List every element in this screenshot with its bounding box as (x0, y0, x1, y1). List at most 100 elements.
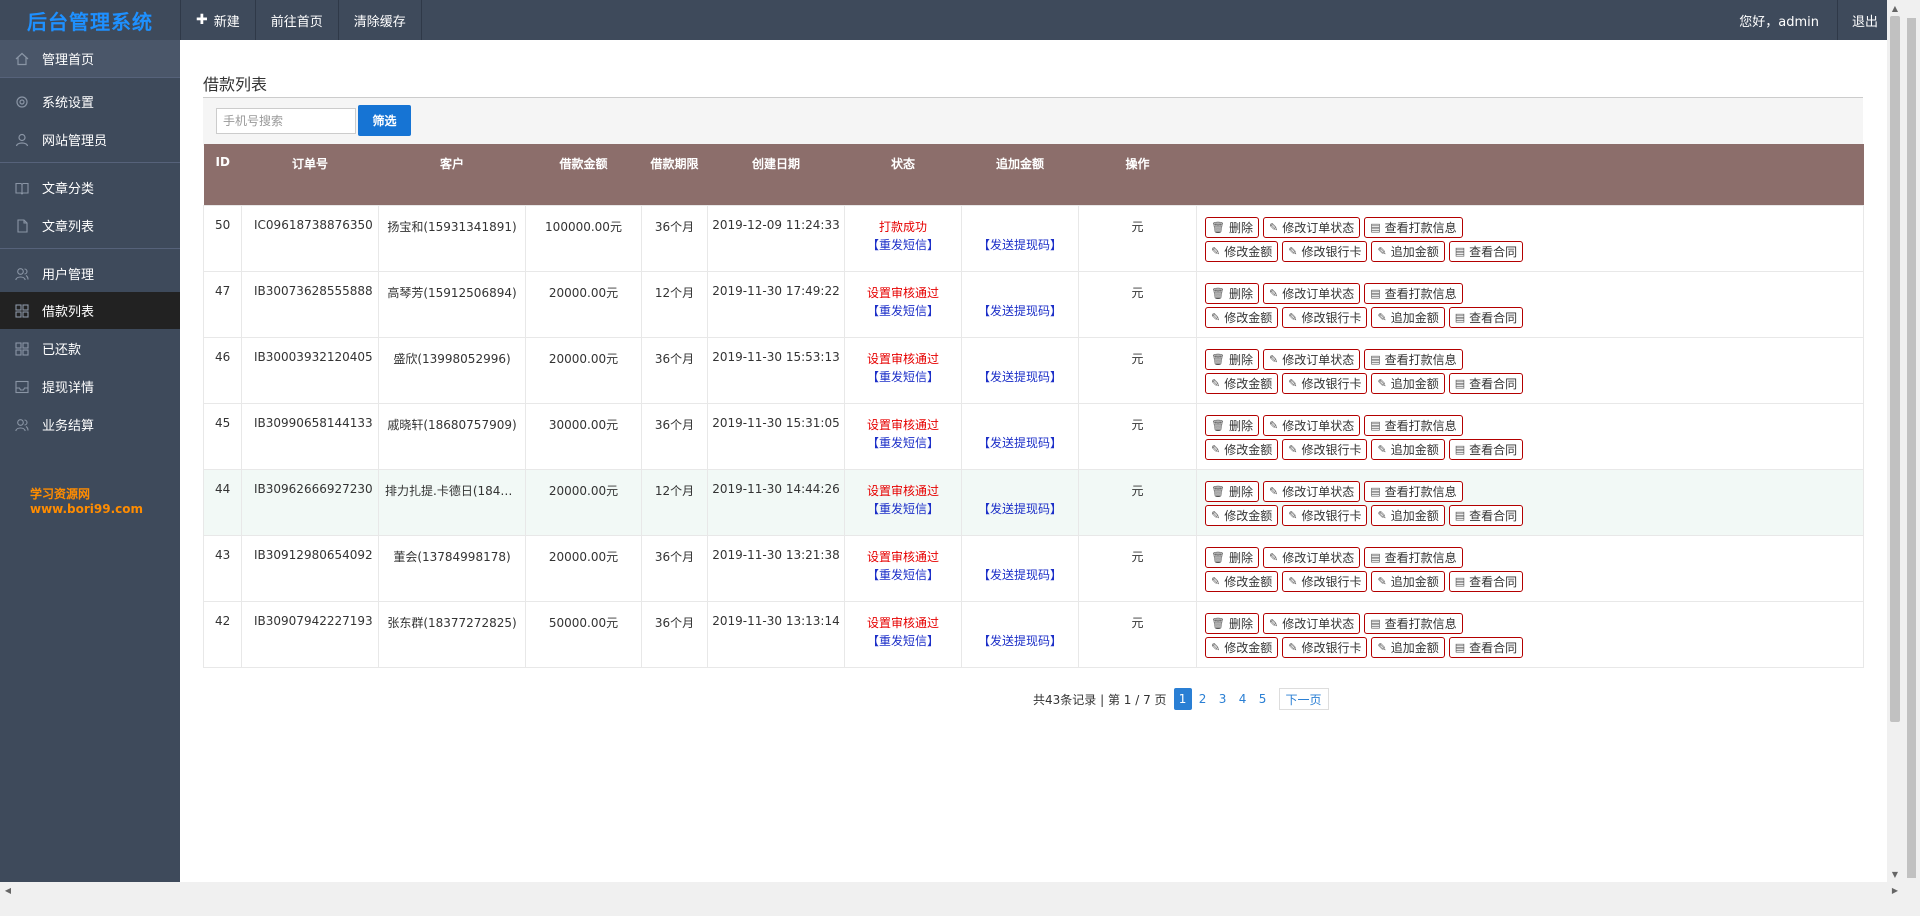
resend-sms-link[interactable]: 【重发短信】 (845, 566, 961, 584)
view-payment-info-button[interactable]: ▤ 查看打款信息 (1364, 546, 1463, 568)
edit-amount-button[interactable]: ✎ 修改金额 (1205, 570, 1279, 592)
page-vertical-scrollbar[interactable] (1903, 0, 1920, 898)
scrollbar-thumb[interactable] (1890, 16, 1900, 722)
edit-bank-card-button[interactable]: ✎ 修改银行卡 (1282, 372, 1368, 394)
edit-order-status-button[interactable]: ✎ 修改订单状态 (1262, 414, 1361, 436)
edit-order-status-button[interactable]: ✎ 修改订单状态 (1262, 546, 1361, 568)
send-withdraw-code-link[interactable]: 【发送提现码】 (962, 500, 1078, 518)
clear-cache-button[interactable]: 清除缓存 (337, 0, 422, 40)
page-link-1[interactable]: 1 (1173, 688, 1192, 710)
op-label: 修改银行卡 (1301, 442, 1362, 457)
view-contract-button[interactable]: ▤ 查看合同 (1448, 570, 1524, 592)
add-amount-button[interactable]: ✎ 追加金额 (1371, 240, 1445, 262)
edit-amount-button[interactable]: ✎ 修改金额 (1205, 504, 1279, 526)
scroll-left-arrow-icon[interactable]: ◀ (0, 882, 16, 898)
delete-button[interactable]: 🗑 删除 (1205, 546, 1259, 568)
sidebar-item-users[interactable]: 用户管理 (0, 255, 180, 292)
edit-bank-card-button[interactable]: ✎ 修改银行卡 (1282, 438, 1368, 460)
scroll-up-arrow-icon[interactable]: ▲ (1887, 0, 1903, 16)
next-page-button[interactable]: 下一页 (1278, 688, 1329, 710)
edit-order-status-button[interactable]: ✎ 修改订单状态 (1262, 282, 1361, 304)
logout-button[interactable]: 退出 (1836, 0, 1892, 40)
delete-button[interactable]: 🗑 删除 (1205, 216, 1259, 238)
scroll-down-arrow-icon[interactable]: ▼ (1887, 866, 1903, 882)
edit-bank-card-button[interactable]: ✎ 修改银行卡 (1282, 504, 1368, 526)
edit-bank-card-button[interactable]: ✎ 修改银行卡 (1282, 570, 1368, 592)
page-link-3[interactable]: 3 (1214, 688, 1232, 710)
edit-amount-button[interactable]: ✎ 修改金额 (1205, 372, 1279, 394)
view-contract-button[interactable]: ▤ 查看合同 (1448, 438, 1524, 460)
sidebar-item-article-list[interactable]: 文章列表 (0, 207, 180, 244)
add-amount-button[interactable]: ✎ 追加金额 (1371, 570, 1445, 592)
sidebar-item-home[interactable]: 管理首页 (0, 40, 180, 77)
delete-button[interactable]: 🗑 删除 (1205, 414, 1259, 436)
filter-button[interactable]: 筛选 (358, 105, 411, 136)
sidebar-item-withdraw-details[interactable]: 提现详情 (0, 368, 180, 405)
edit-amount-button[interactable]: ✎ 修改金额 (1205, 306, 1279, 328)
page-link-5[interactable]: 5 (1254, 688, 1272, 710)
view-payment-info-button[interactable]: ▤ 查看打款信息 (1364, 282, 1463, 304)
resend-sms-link[interactable]: 【重发短信】 (845, 302, 961, 320)
new-button[interactable]: ✚ 新建 (180, 0, 255, 40)
resend-sms-link[interactable]: 【重发短信】 (845, 368, 961, 386)
send-withdraw-code-link[interactable]: 【发送提现码】 (962, 632, 1078, 650)
resend-sms-link[interactable]: 【重发短信】 (845, 236, 961, 254)
view-payment-info-button[interactable]: ▤ 查看打款信息 (1364, 414, 1463, 436)
edit-order-status-button[interactable]: ✎ 修改订单状态 (1262, 612, 1361, 634)
inner-vertical-scrollbar[interactable]: ▲ ▼ (1887, 0, 1903, 882)
scrollbar-thumb[interactable] (1907, 18, 1916, 878)
view-contract-button[interactable]: ▤ 查看合同 (1448, 372, 1524, 394)
add-amount-button[interactable]: ✎ 追加金额 (1371, 438, 1445, 460)
edit-icon: ✎ (1377, 574, 1387, 588)
edit-icon: ✎ (1211, 244, 1221, 258)
edit-bank-card-button[interactable]: ✎ 修改银行卡 (1282, 306, 1368, 328)
resend-sms-link[interactable]: 【重发短信】 (845, 434, 961, 452)
send-withdraw-code-link[interactable]: 【发送提现码】 (962, 236, 1078, 254)
view-payment-info-button[interactable]: ▤ 查看打款信息 (1364, 612, 1463, 634)
page-link-4[interactable]: 4 (1234, 688, 1252, 710)
edit-bank-card-button[interactable]: ✎ 修改银行卡 (1282, 636, 1368, 658)
page-link-2[interactable]: 2 (1194, 688, 1212, 710)
delete-button[interactable]: 🗑 删除 (1205, 480, 1259, 502)
edit-order-status-button[interactable]: ✎ 修改订单状态 (1262, 480, 1361, 502)
delete-button[interactable]: 🗑 删除 (1205, 612, 1259, 634)
add-amount-button[interactable]: ✎ 追加金额 (1371, 306, 1445, 328)
edit-order-status-button[interactable]: ✎ 修改订单状态 (1262, 348, 1361, 370)
delete-button[interactable]: 🗑 删除 (1205, 282, 1259, 304)
send-withdraw-code-link[interactable]: 【发送提现码】 (962, 434, 1078, 452)
edit-amount-button[interactable]: ✎ 修改金额 (1205, 636, 1279, 658)
edit-amount-button[interactable]: ✎ 修改金额 (1205, 438, 1279, 460)
view-contract-button[interactable]: ▤ 查看合同 (1448, 636, 1524, 658)
view-payment-info-button[interactable]: ▤ 查看打款信息 (1364, 216, 1463, 238)
sidebar-item-admins[interactable]: 网站管理员 (0, 121, 180, 158)
sidebar-item-settlement[interactable]: 业务结算 (0, 406, 180, 443)
view-payment-info-button[interactable]: ▤ 查看打款信息 (1364, 348, 1463, 370)
sidebar-item-repaid[interactable]: 已还款 (0, 330, 180, 367)
phone-search-input[interactable] (216, 108, 356, 134)
brand-title[interactable]: 后台管理系统 (0, 0, 180, 40)
send-withdraw-code-link[interactable]: 【发送提现码】 (962, 302, 1078, 320)
send-withdraw-code-link[interactable]: 【发送提现码】 (962, 566, 1078, 584)
delete-button[interactable]: 🗑 删除 (1205, 348, 1259, 370)
view-payment-info-button[interactable]: ▤ 查看打款信息 (1364, 480, 1463, 502)
horizontal-scrollbar[interactable]: ◀ ▶ (0, 882, 1903, 898)
sidebar-item-loan-list[interactable]: 借款列表 (0, 292, 180, 329)
go-home-button[interactable]: 前往首页 (254, 0, 338, 40)
sidebar-item-settings[interactable]: 系统设置 (0, 83, 180, 120)
view-contract-button[interactable]: ▤ 查看合同 (1448, 306, 1524, 328)
edit-order-status-button[interactable]: ✎ 修改订单状态 (1262, 216, 1361, 238)
resend-sms-link[interactable]: 【重发短信】 (845, 632, 961, 650)
file-icon (14, 218, 30, 234)
view-contract-button[interactable]: ▤ 查看合同 (1448, 240, 1524, 262)
edit-amount-button[interactable]: ✎ 修改金额 (1205, 240, 1279, 262)
resend-sms-link[interactable]: 【重发短信】 (845, 500, 961, 518)
edit-bank-card-button[interactable]: ✎ 修改银行卡 (1282, 240, 1368, 262)
add-amount-button[interactable]: ✎ 追加金额 (1371, 372, 1445, 394)
scroll-right-arrow-icon[interactable]: ▶ (1887, 882, 1903, 898)
edit-icon: ✎ (1377, 442, 1387, 456)
add-amount-button[interactable]: ✎ 追加金额 (1371, 636, 1445, 658)
add-amount-button[interactable]: ✎ 追加金额 (1371, 504, 1445, 526)
sidebar-item-article-category[interactable]: 文章分类 (0, 169, 180, 206)
send-withdraw-code-link[interactable]: 【发送提现码】 (962, 368, 1078, 386)
view-contract-button[interactable]: ▤ 查看合同 (1448, 504, 1524, 526)
